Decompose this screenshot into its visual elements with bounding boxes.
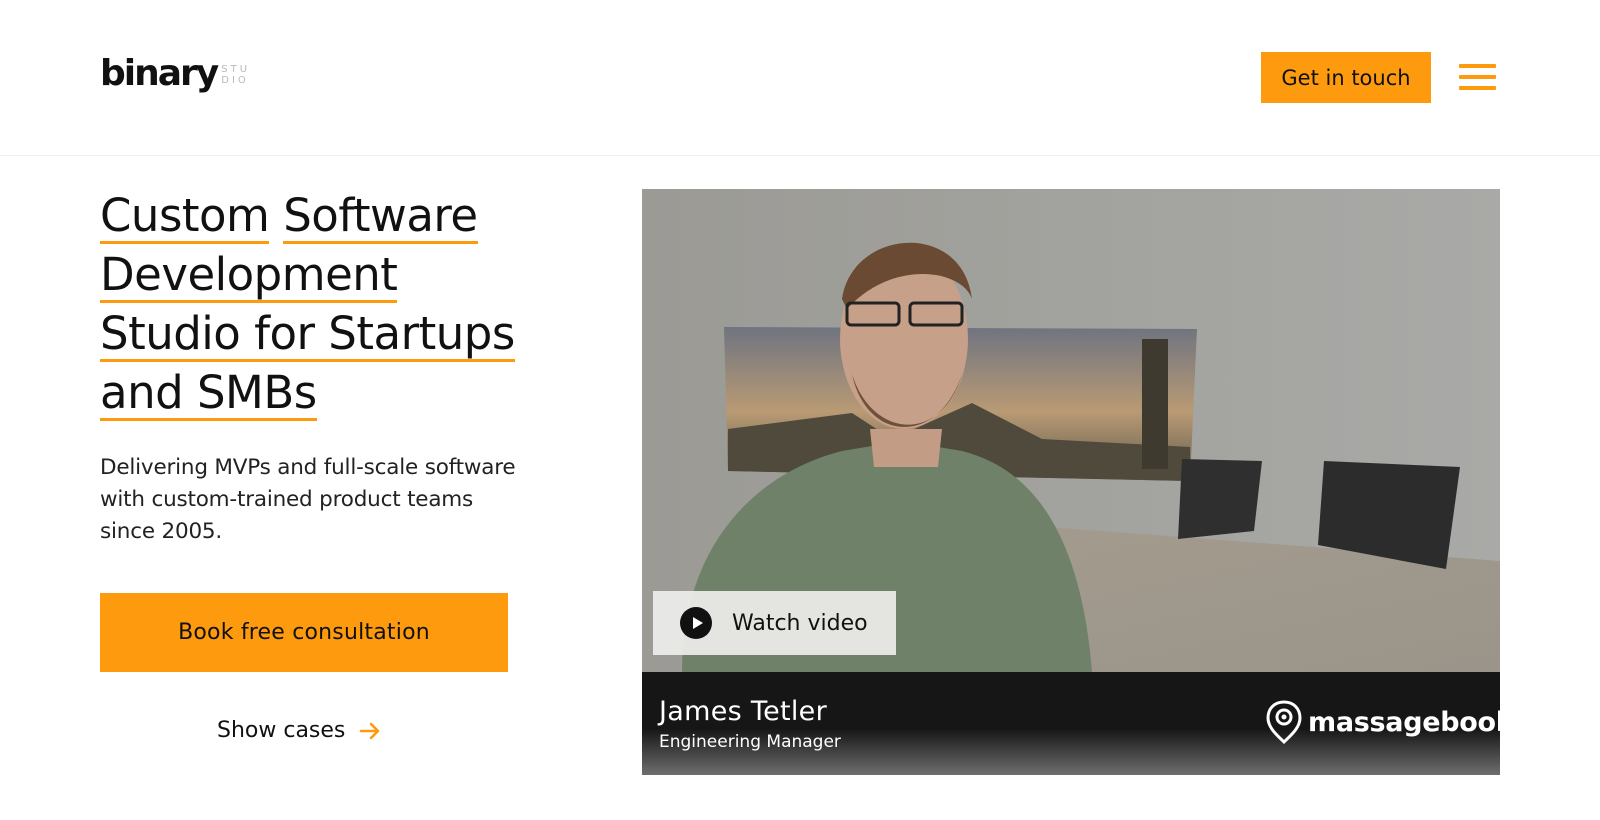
hero-description: Delivering MVPs and full-scale software … bbox=[100, 455, 516, 544]
watch-video-button[interactable]: Watch video bbox=[653, 591, 896, 655]
video-caption: James Tetler Engineering Manager massage… bbox=[642, 672, 1500, 775]
logo-sub-top: STU bbox=[221, 64, 251, 75]
person-role: Engineering Manager bbox=[659, 732, 841, 752]
play-icon bbox=[680, 607, 712, 639]
logo[interactable]: binary STU DIO bbox=[100, 52, 250, 96]
hero-title-word: Software bbox=[283, 189, 478, 242]
book-consultation-button[interactable]: Book free consultation bbox=[100, 593, 508, 672]
logo-subtitle: STU DIO bbox=[221, 64, 250, 86]
show-cases-link[interactable]: Show cases bbox=[217, 718, 381, 743]
client-brand: massagebook bbox=[1266, 700, 1500, 744]
site-header: binary STU DIO Get in touch bbox=[0, 0, 1600, 156]
show-cases-label: Show cases bbox=[217, 718, 346, 743]
video-card[interactable]: Watch video James Tetler Engineering Man… bbox=[642, 189, 1500, 775]
arrow-right-icon bbox=[360, 722, 380, 739]
logo-word: binary bbox=[100, 53, 219, 94]
location-pin-icon bbox=[1266, 700, 1302, 744]
logo-sub-bottom: DIO bbox=[221, 75, 249, 86]
hero-title-word: Development bbox=[100, 248, 398, 301]
brand-name: massagebook bbox=[1308, 706, 1500, 738]
hero-title-word: Studio for Startups bbox=[100, 307, 515, 360]
person-name: James Tetler bbox=[659, 696, 827, 727]
get-in-touch-button[interactable]: Get in touch bbox=[1261, 52, 1431, 103]
hamburger-icon[interactable] bbox=[1459, 64, 1496, 90]
hero-title-word: Custom bbox=[100, 189, 270, 242]
watch-video-label: Watch video bbox=[732, 610, 868, 636]
hero-title-word: and SMBs bbox=[100, 366, 317, 419]
hero-title: Custom Software Development Studio for Sta… bbox=[100, 186, 540, 422]
